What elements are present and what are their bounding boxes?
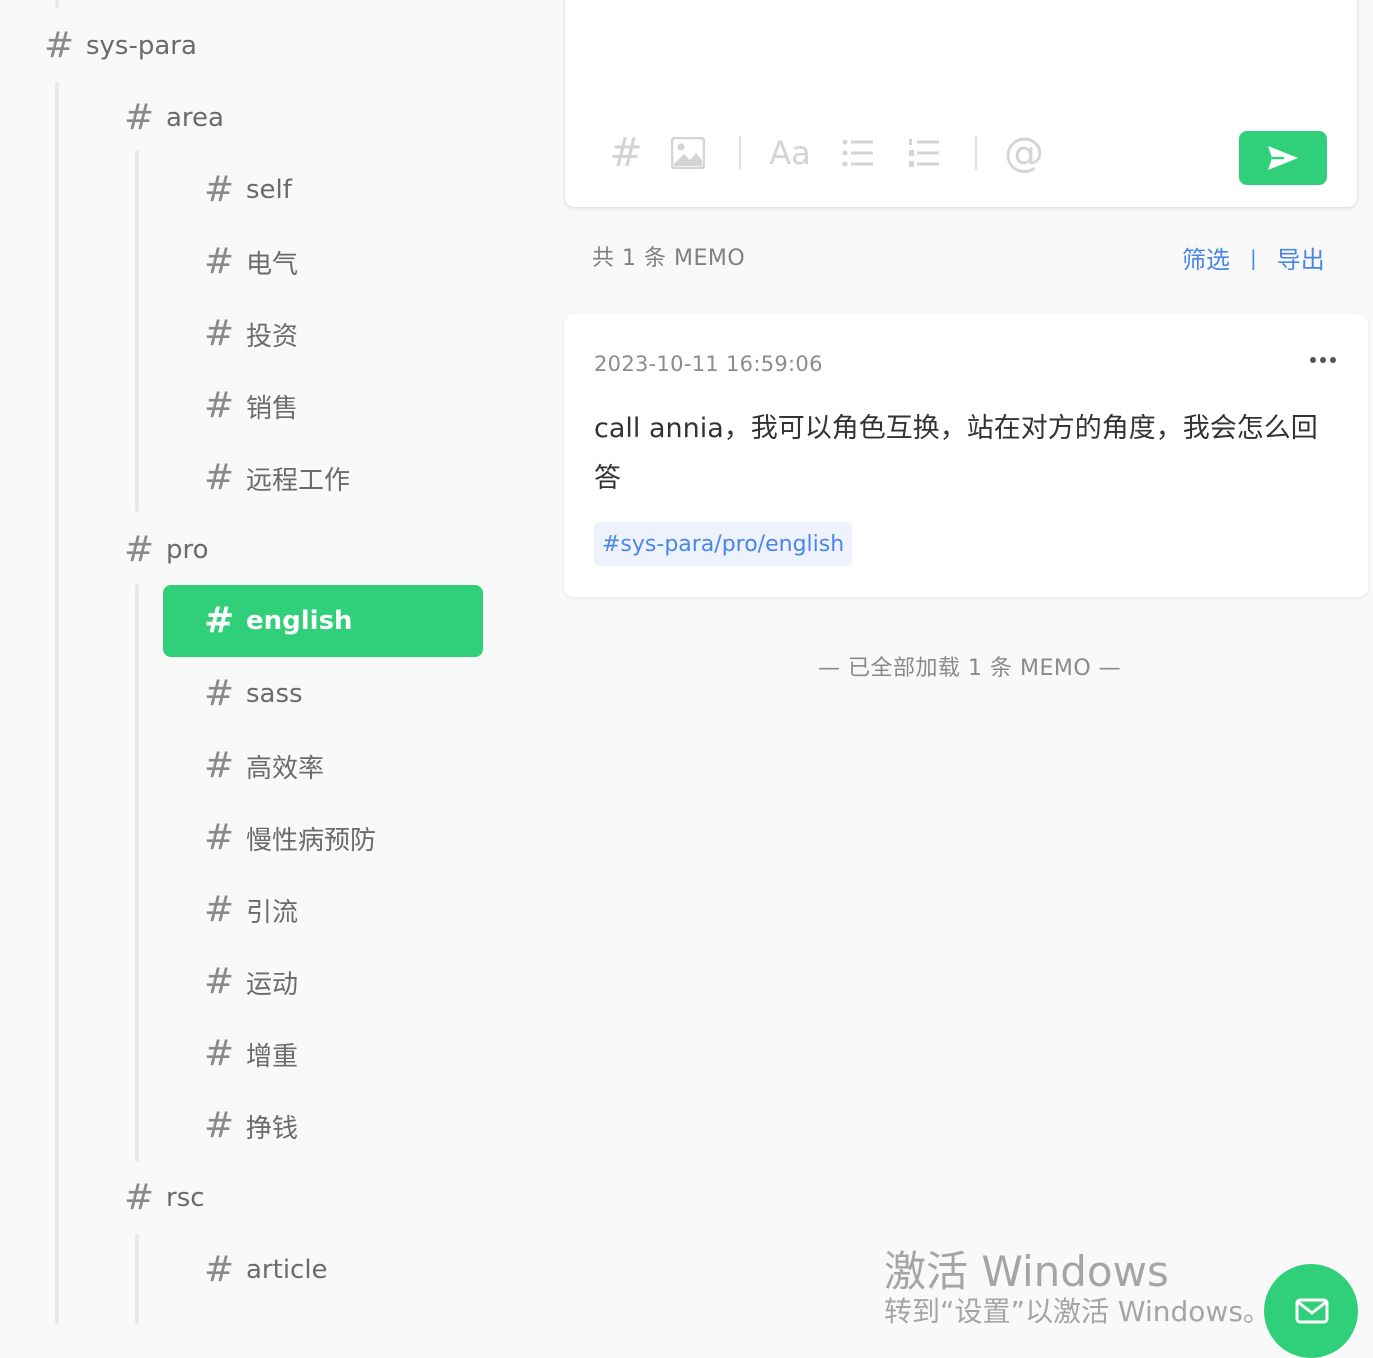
hash-icon: # (44, 25, 75, 66)
sidebar-item-sports[interactable]: # 运动 (204, 946, 298, 1018)
sidebar-item-label: sys-para (86, 31, 197, 61)
sidebar-item-pro[interactable]: # pro (124, 514, 209, 586)
hash-icon: # (204, 169, 235, 210)
sidebar-item-label: 增重 (246, 1041, 299, 1072)
sidebar-item-label: sass (246, 679, 303, 709)
tree-guide-line (55, 82, 59, 1324)
sidebar-item-label: 慢性病预防 (246, 825, 377, 856)
hash-icon: # (204, 745, 235, 786)
hash-icon: # (204, 1249, 235, 1290)
hash-icon: # (204, 1033, 235, 1074)
image-icon[interactable] (671, 136, 705, 170)
text-format-glyph: Aa (769, 134, 811, 172)
mail-icon (1295, 1298, 1329, 1324)
send-button[interactable] (1239, 131, 1327, 185)
hash-icon: # (204, 1105, 235, 1146)
sidebar-item-label: article (246, 1255, 328, 1285)
sidebar-item-remote-work[interactable]: # 远程工作 (204, 442, 350, 514)
all-loaded-text: — 已全部加载 1 条 MEMO — (818, 656, 1122, 681)
memo-card: 2023-10-11 16:59:06 call annia，我可以角色互换，站… (564, 314, 1368, 597)
bullet-list-icon[interactable] (841, 136, 875, 170)
tag-hash-glyph: # (609, 130, 643, 176)
sidebar-item-label: area (166, 103, 224, 133)
hash-icon: # (204, 241, 235, 282)
filter-link[interactable]: 筛选 (1182, 240, 1230, 275)
sidebar-item-efficiency[interactable]: # 高效率 (204, 730, 324, 802)
memo-count: 共 1 条 MEMO (592, 246, 746, 271)
sidebar-item-sys-para[interactable]: # sys-para (44, 10, 197, 82)
sidebar-item-area[interactable]: # area (124, 82, 224, 154)
memo-content: call annia，我可以角色互换，站在对方的角度，我会怎么回答 (594, 413, 1318, 494)
sidebar-item-label: 远程工作 (246, 465, 351, 496)
sidebar-item-label: self (246, 175, 292, 205)
sidebar-item-label: pro (166, 535, 209, 565)
tree-guide-line (55, 0, 59, 8)
hash-icon: # (204, 961, 235, 1002)
toolbar-divider (739, 136, 741, 170)
sidebar-item-label: 电气 (246, 249, 299, 280)
sidebar-item-label: 高效率 (246, 753, 325, 784)
tree-guide-line (135, 584, 139, 1162)
hash-icon: # (204, 313, 235, 354)
sidebar-item-label: 投资 (246, 321, 299, 352)
sidebar-item-invest[interactable]: # 投资 (204, 298, 298, 370)
hash-icon: # (124, 1177, 155, 1218)
sidebar-item-article[interactable]: # article (204, 1234, 328, 1306)
hash-icon: # (204, 889, 235, 930)
memo-tag[interactable]: #sys-para/pro/english (594, 522, 853, 566)
more-options-icon[interactable] (1308, 348, 1338, 372)
hash-icon: # (124, 97, 155, 138)
editor-toolbar: # Aa @ (609, 130, 1044, 176)
hash-icon: # (204, 457, 235, 498)
memo-actions: 筛选 | 导出 (1182, 240, 1325, 275)
numbered-list-icon[interactable] (907, 136, 941, 170)
hash-icon: # (204, 817, 235, 858)
sidebar-item-sass[interactable]: # sass (204, 658, 303, 730)
sidebar-item-label: 销售 (246, 393, 299, 424)
sidebar-item-chronic-disease[interactable]: # 慢性病预防 (204, 802, 376, 874)
sidebar-item-label: 运动 (246, 969, 299, 1000)
send-icon (1268, 146, 1298, 170)
actions-separator: | (1250, 245, 1257, 270)
memo-editor[interactable]: # Aa @ (564, 0, 1358, 208)
sidebar-item-english[interactable]: # english (163, 585, 483, 657)
tag-hash-icon[interactable]: # (609, 130, 643, 176)
hash-icon: # (124, 529, 155, 570)
tree-guide-line (135, 150, 139, 512)
sidebar-item-make-money[interactable]: # 挣钱 (204, 1090, 298, 1162)
text-format-icon[interactable]: Aa (769, 134, 811, 172)
memo-timestamp: 2023-10-11 16:59:06 (594, 352, 823, 376)
windows-activation-hint: 转到“设置”以激活 Windows。 (884, 1295, 1271, 1328)
tree-guide-line (135, 1234, 139, 1324)
mention-icon[interactable]: @ (1004, 130, 1044, 176)
sidebar-item-weight-gain[interactable]: # 增重 (204, 1018, 298, 1090)
message-button[interactable] (1264, 1264, 1358, 1358)
toolbar-divider (975, 136, 977, 170)
sidebar-item-sales[interactable]: # 销售 (204, 370, 298, 442)
tag-sidebar: # sys-para # area # self # 电气 # 投资 # 销售 … (0, 0, 540, 1324)
hash-icon: # (204, 600, 235, 641)
sidebar-item-label: rsc (166, 1183, 205, 1213)
sidebar-item-traffic[interactable]: # 引流 (204, 874, 298, 946)
sidebar-item-rsc[interactable]: # rsc (124, 1162, 205, 1234)
sidebar-item-label: 挣钱 (246, 1113, 299, 1144)
sidebar-item-label: 引流 (246, 897, 299, 928)
mention-glyph: @ (1004, 130, 1044, 176)
export-link[interactable]: 导出 (1277, 240, 1325, 275)
sidebar-item-label: english (246, 606, 353, 636)
sidebar-item-electric[interactable]: # 电气 (204, 226, 298, 298)
sidebar-item-self[interactable]: # self (204, 154, 292, 226)
hash-icon: # (204, 673, 235, 714)
hash-icon: # (204, 385, 235, 426)
